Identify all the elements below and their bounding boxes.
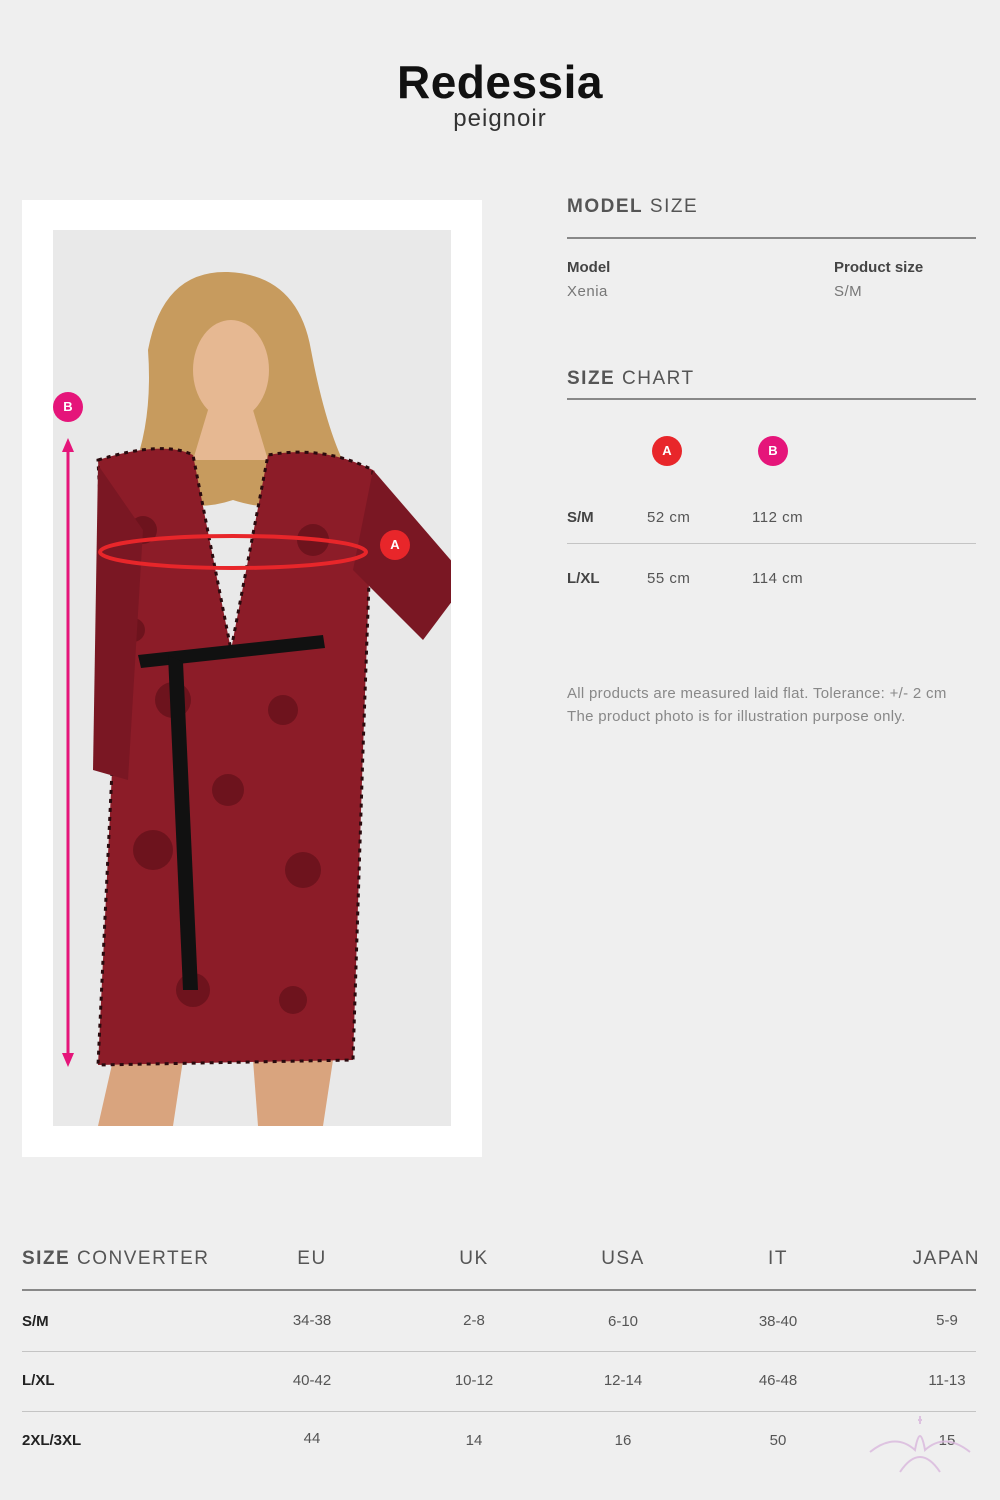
converter-row-size: L/XL bbox=[22, 1372, 55, 1389]
size-chart-row-a: 52 cm bbox=[647, 509, 691, 526]
converter-cell: 40-42 bbox=[292, 1372, 332, 1389]
converter-col-japan: JAPAN bbox=[912, 1248, 980, 1269]
product-photo-frame bbox=[22, 200, 482, 1157]
size-chart-row-b: 112 cm bbox=[752, 509, 804, 526]
product-size-value: S/M bbox=[834, 283, 863, 300]
model-value: Xenia bbox=[567, 283, 608, 300]
converter-cell: 14 bbox=[465, 1432, 483, 1449]
product-subtitle: peignoir bbox=[453, 105, 547, 132]
product-title: Redessia bbox=[396, 56, 603, 108]
converter-cell: 10-12 bbox=[454, 1372, 494, 1389]
converter-col-it: IT bbox=[768, 1248, 788, 1269]
converter-rule bbox=[22, 1289, 976, 1291]
size-chart-row-a: 55 cm bbox=[647, 570, 691, 587]
converter-col-eu: EU bbox=[297, 1248, 327, 1269]
converter-cell: 5-9 bbox=[936, 1312, 958, 1329]
converter-divider bbox=[22, 1351, 976, 1352]
face bbox=[193, 320, 269, 420]
length-arrow-top bbox=[62, 438, 74, 452]
converter-cell: 46-48 bbox=[758, 1372, 798, 1389]
converter-divider bbox=[22, 1411, 976, 1412]
converter-col-uk: UK bbox=[459, 1248, 489, 1269]
size-chart-row-size: S/M bbox=[567, 509, 594, 526]
marker-a-photo: A bbox=[380, 530, 410, 560]
size-converter-heading-bold: SIZE bbox=[22, 1248, 71, 1269]
product-size-label: Product size bbox=[834, 259, 924, 276]
model-size-rule bbox=[567, 237, 976, 239]
size-chart-heading-bold: SIZE bbox=[567, 368, 616, 389]
converter-cell: 11-13 bbox=[928, 1372, 966, 1389]
measurement-note: All products are measured laid flat. Tol… bbox=[567, 685, 947, 702]
size-chart-col-b: B bbox=[758, 436, 788, 466]
size-chart-rule bbox=[567, 398, 976, 400]
size-converter-heading-light: CONVERTER bbox=[77, 1248, 210, 1269]
length-arrow-bottom bbox=[62, 1053, 74, 1067]
size-chart-row-b: 114 cm bbox=[752, 570, 804, 587]
marker-b-photo: B bbox=[53, 392, 83, 422]
converter-cell: 50 bbox=[769, 1432, 787, 1449]
model-size-heading-light: SIZE bbox=[649, 196, 699, 217]
size-chart-heading: SIZE CHART bbox=[567, 368, 695, 390]
model-size-heading: MODEL SIZE bbox=[567, 196, 698, 218]
converter-row-size: S/M bbox=[22, 1313, 49, 1330]
converter-cell: 12-14 bbox=[603, 1372, 643, 1389]
model-illustration bbox=[62, 271, 451, 1126]
size-chart-divider bbox=[567, 543, 976, 544]
converter-cell: 44 bbox=[303, 1430, 321, 1447]
watermark-logo-icon bbox=[869, 1416, 971, 1473]
converter-cell: 2-8 bbox=[463, 1312, 485, 1329]
model-label: Model bbox=[567, 259, 611, 276]
converter-row-size: 2XL/3XL bbox=[22, 1432, 82, 1449]
converter-cell: 38-40 bbox=[758, 1313, 798, 1330]
converter-col-usa: USA bbox=[601, 1248, 645, 1269]
converter-cell: 16 bbox=[614, 1432, 632, 1449]
size-chart-col-a: A bbox=[652, 436, 682, 466]
converter-cell: 34-38 bbox=[292, 1312, 332, 1329]
size-converter-heading: SIZE CONVERTER bbox=[22, 1248, 209, 1270]
size-chart-heading-light: CHART bbox=[622, 368, 695, 389]
leg-right bbox=[253, 1060, 333, 1126]
illustration-note: The product photo is for illustration pu… bbox=[567, 708, 906, 725]
product-photo bbox=[53, 230, 451, 1126]
converter-cell: 6-10 bbox=[607, 1313, 639, 1330]
model-size-heading-bold: MODEL bbox=[567, 196, 644, 217]
size-chart-row-size: L/XL bbox=[567, 570, 600, 587]
leg-left bbox=[98, 1060, 183, 1126]
